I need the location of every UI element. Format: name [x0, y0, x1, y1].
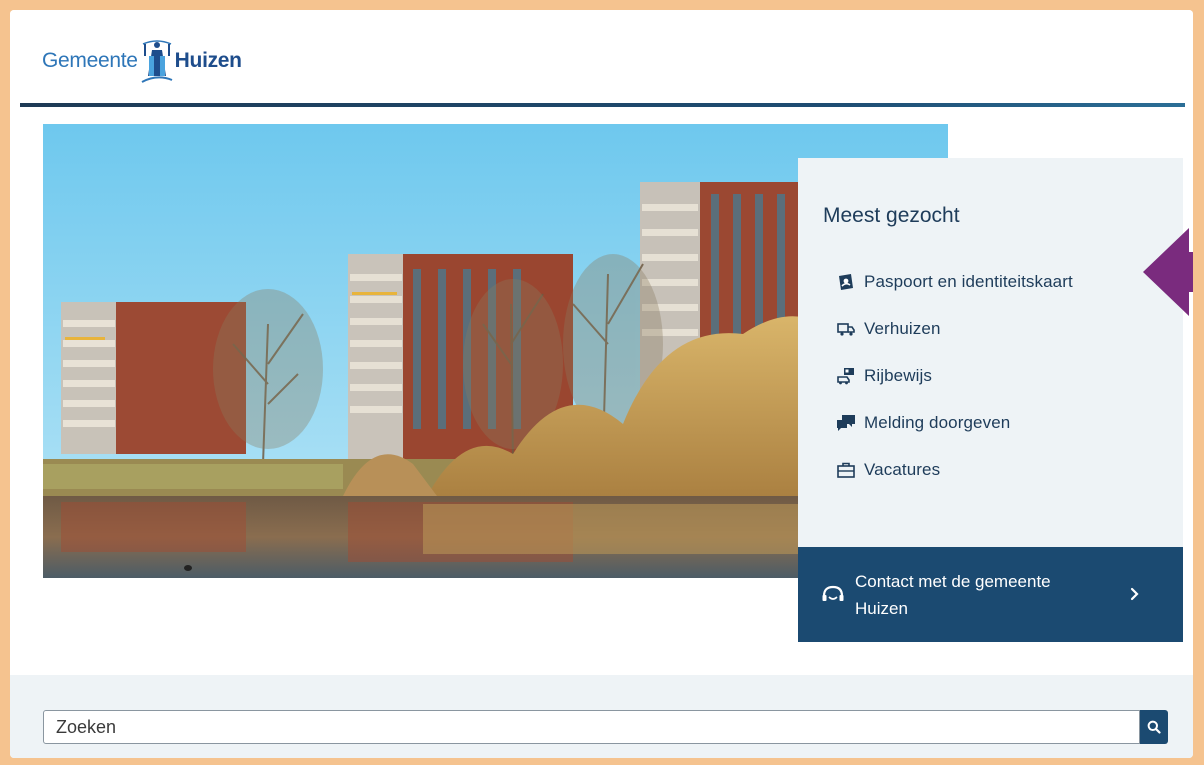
- most-searched-item-vacatures[interactable]: Vacatures: [836, 458, 1073, 482]
- moving-truck-icon: [836, 320, 856, 338]
- annotation-arrow-icon: [1143, 228, 1193, 316]
- header: Gemeente Huizen: [10, 10, 1193, 107]
- logo-text-huizen: Huizen: [174, 49, 242, 72]
- most-searched-item-melding[interactable]: Melding doorgeven: [836, 411, 1073, 435]
- most-searched-list: Paspoort en identiteitskaart Verhuizen R…: [836, 270, 1073, 505]
- most-searched-title: Meest gezocht: [823, 204, 960, 227]
- headset-icon: [822, 585, 844, 601]
- search-box: [43, 710, 1140, 744]
- drivers-license-icon: [836, 367, 856, 385]
- passport-icon: [836, 273, 856, 291]
- briefcase-icon: [836, 461, 856, 479]
- most-searched-panel: Meest gezocht Paspoort en identiteitskaa…: [798, 158, 1183, 548]
- contact-label: Contact met de gemeente Huizen: [855, 572, 1051, 618]
- most-searched-label: Melding doorgeven: [864, 413, 1011, 432]
- search-icon: [1147, 720, 1161, 734]
- speech-bubbles-icon: [836, 414, 856, 432]
- logo[interactable]: Gemeente Huizen: [42, 28, 242, 94]
- most-searched-label: Rijbewijs: [864, 366, 932, 385]
- most-searched-label: Verhuizen: [864, 319, 941, 338]
- header-divider: [20, 103, 1185, 107]
- logo-text-gemeente: Gemeente: [42, 49, 138, 72]
- most-searched-item-rijbewijs[interactable]: Rijbewijs: [836, 364, 1073, 388]
- page: Gemeente Huizen Meest gezocht Paspoort e…: [10, 10, 1193, 758]
- search-button[interactable]: [1140, 710, 1168, 744]
- search-section: [10, 675, 1193, 758]
- most-searched-label: Paspoort en identiteitskaart: [864, 272, 1073, 291]
- most-searched-item-paspoort[interactable]: Paspoort en identiteitskaart: [836, 270, 1073, 294]
- most-searched-item-verhuizen[interactable]: Verhuizen: [836, 317, 1073, 341]
- most-searched-label: Vacatures: [864, 460, 941, 479]
- chevron-right-icon: [1130, 587, 1139, 601]
- search-input[interactable]: [44, 711, 1139, 743]
- logo-figure-icon: [141, 40, 173, 83]
- contact-button[interactable]: Contact met de gemeente Huizen: [798, 547, 1183, 642]
